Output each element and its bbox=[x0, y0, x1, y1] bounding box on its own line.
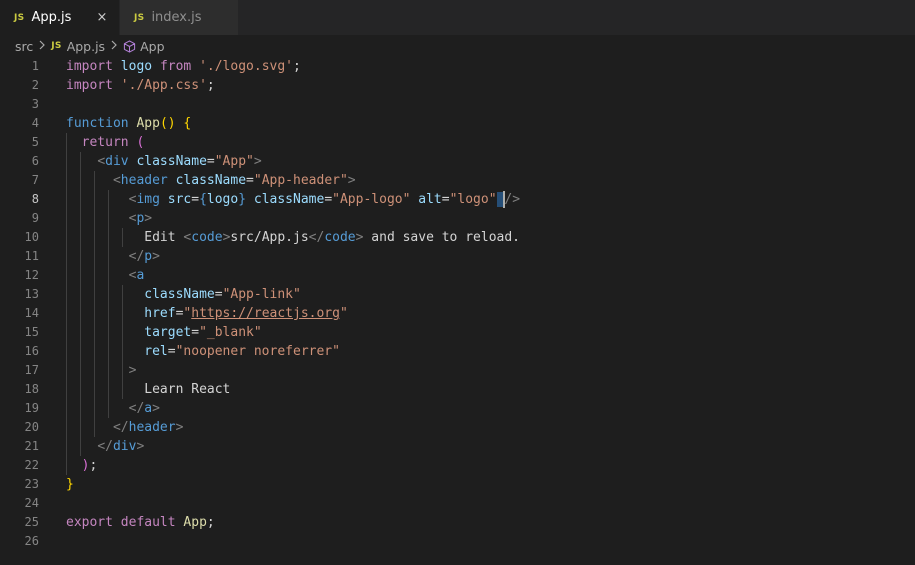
code-line: 23} bbox=[0, 475, 915, 494]
tab-index-js[interactable]: JS index.js bbox=[119, 0, 238, 35]
line-number: 7 bbox=[31, 173, 39, 187]
line-number: 8 bbox=[31, 192, 39, 206]
line-number: 18 bbox=[24, 382, 39, 396]
js-file-icon: JS bbox=[134, 12, 145, 23]
breadcrumb-symbol[interactable]: App bbox=[140, 39, 164, 54]
code-line: 25 export default App; bbox=[0, 513, 915, 532]
code-line: 3 bbox=[0, 95, 915, 114]
line-number: 23 bbox=[24, 477, 39, 491]
code-line: 17 > bbox=[0, 361, 915, 380]
code-editor[interactable]: 1 import logo from './logo.svg'; 2 import … bbox=[0, 57, 915, 565]
code-line: 9 <p> bbox=[0, 209, 915, 228]
code-line: 1 import logo from './logo.svg'; bbox=[0, 57, 915, 76]
code-line: 20 </header> bbox=[0, 418, 915, 437]
code-line: 19 </a> bbox=[0, 399, 915, 418]
tab-app-js[interactable]: JS App.js × bbox=[0, 0, 119, 35]
line-number: 3 bbox=[31, 97, 39, 111]
line-number: 11 bbox=[24, 249, 39, 263]
line-number: 1 bbox=[31, 59, 39, 73]
code-line: 11 </p> bbox=[0, 247, 915, 266]
code-line: 5 return ( bbox=[0, 133, 915, 152]
chevron-right-icon bbox=[110, 40, 118, 53]
line-number: 15 bbox=[24, 325, 39, 339]
line-number: 2 bbox=[31, 78, 39, 92]
line-number: 14 bbox=[24, 306, 39, 320]
line-number: 22 bbox=[24, 458, 39, 472]
line-number: 20 bbox=[24, 420, 39, 434]
chevron-right-icon bbox=[38, 40, 46, 53]
code-line: 15 target="_blank" bbox=[0, 323, 915, 342]
line-number: 10 bbox=[24, 230, 39, 244]
code-line: 12 <a bbox=[0, 266, 915, 285]
code-line: 22 ); bbox=[0, 456, 915, 475]
js-file-icon: JS bbox=[14, 12, 25, 23]
line-number: 9 bbox=[31, 211, 39, 225]
line-number: 26 bbox=[24, 534, 39, 548]
code-line-current: 8 <img src={logo} className="App-logo" a… bbox=[0, 190, 915, 209]
line-number: 24 bbox=[24, 496, 39, 510]
line-number: 12 bbox=[24, 268, 39, 282]
line-number: 6 bbox=[31, 154, 39, 168]
breadcrumb-file[interactable]: App.js bbox=[67, 39, 105, 54]
breadcrumb: src JS App.js App bbox=[0, 35, 915, 57]
line-number: 25 bbox=[24, 515, 39, 529]
code-line: 2 import './App.css'; bbox=[0, 76, 915, 95]
code-line: 10 Edit <code>src/App.js</code> and save… bbox=[0, 228, 915, 247]
line-number: 19 bbox=[24, 401, 39, 415]
js-file-icon: JS bbox=[51, 41, 62, 51]
code-line: 7 <header className="App-header"> bbox=[0, 171, 915, 190]
line-number: 16 bbox=[24, 344, 39, 358]
code-line: 4 function App() { bbox=[0, 114, 915, 133]
cube-icon bbox=[123, 39, 136, 53]
line-number: 21 bbox=[24, 439, 39, 453]
line-number: 13 bbox=[24, 287, 39, 301]
breadcrumb-folder[interactable]: src bbox=[15, 39, 33, 54]
line-number: 5 bbox=[31, 135, 39, 149]
tab-label: App.js bbox=[31, 10, 72, 25]
code-line: 26 bbox=[0, 532, 915, 551]
url-link[interactable]: https://reactjs.org bbox=[191, 306, 340, 321]
code-line: 21 </div> bbox=[0, 437, 915, 456]
line-number: 17 bbox=[24, 363, 39, 377]
tab-label: index.js bbox=[151, 10, 202, 25]
code-line: 16 rel="noopener noreferrer" bbox=[0, 342, 915, 361]
code-line: 18 Learn React bbox=[0, 380, 915, 399]
code-line: 24 bbox=[0, 494, 915, 513]
line-number: 4 bbox=[31, 116, 39, 130]
code-line: 13 className="App-link" bbox=[0, 285, 915, 304]
code-line: 14 href="https://reactjs.org" bbox=[0, 304, 915, 323]
tab-bar: JS App.js × JS index.js bbox=[0, 0, 915, 35]
code-line: 6 <div className="App"> bbox=[0, 152, 915, 171]
close-icon[interactable]: × bbox=[93, 8, 111, 26]
